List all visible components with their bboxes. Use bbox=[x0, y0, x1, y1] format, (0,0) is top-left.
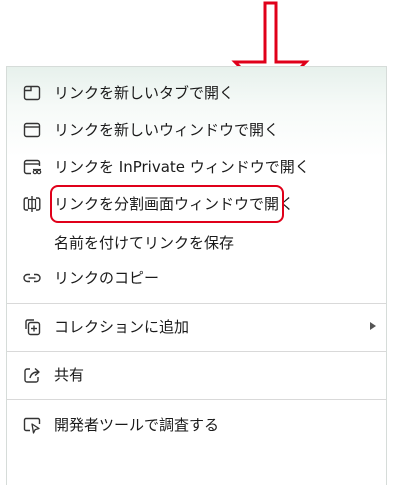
menu-item-label: コレクションに追加 bbox=[54, 318, 190, 336]
chevron-right-icon bbox=[370, 322, 376, 330]
menu-item-label: リンクを新しいウィンドウで開く bbox=[54, 121, 280, 139]
menu-item-save-link-as[interactable]: 名前を付けてリンクを保存 bbox=[7, 223, 387, 259]
menu-item-label: 名前を付けてリンクを保存 bbox=[54, 234, 235, 252]
split-screen-icon bbox=[23, 196, 41, 212]
menu-separator bbox=[7, 399, 386, 400]
link-icon bbox=[23, 273, 41, 283]
menu-separator bbox=[7, 351, 386, 352]
menu-item-label: リンクのコピー bbox=[54, 269, 160, 287]
menu-item-label: リンクを新しいタブで開く bbox=[54, 84, 235, 102]
red-highlight-annotation bbox=[50, 185, 284, 223]
menu-separator bbox=[7, 303, 386, 304]
inprivate-window-icon bbox=[23, 159, 42, 175]
new-tab-icon bbox=[23, 85, 41, 101]
menu-item-share[interactable]: 共有 bbox=[7, 357, 387, 393]
screenshot-stage: リンクを新しいタブで開く リンクを新しいウィンドウで開く リンクを InPriv… bbox=[0, 0, 395, 485]
context-menu: リンクを新しいタブで開く リンクを新しいウィンドウで開く リンクを InPriv… bbox=[6, 66, 387, 485]
menu-item-label: 共有 bbox=[54, 366, 85, 384]
new-window-icon bbox=[23, 122, 41, 138]
menu-item-inspect-devtools[interactable]: 開発者ツールで調査する bbox=[7, 407, 387, 443]
menu-item-label: 開発者ツールで調査する bbox=[54, 416, 220, 434]
menu-item-open-link-inprivate[interactable]: リンクを InPrivate ウィンドウで開く bbox=[7, 149, 387, 185]
collections-icon bbox=[25, 319, 41, 336]
devtools-inspect-icon bbox=[23, 417, 41, 434]
share-icon bbox=[24, 367, 40, 383]
menu-item-label: リンクを InPrivate ウィンドウで開く bbox=[54, 158, 310, 176]
menu-item-copy-link[interactable]: リンクのコピー bbox=[7, 260, 387, 296]
menu-item-open-link-new-tab[interactable]: リンクを新しいタブで開く bbox=[7, 75, 387, 111]
menu-item-add-to-collections[interactable]: コレクションに追加 bbox=[7, 309, 387, 345]
menu-item-open-link-new-window[interactable]: リンクを新しいウィンドウで開く bbox=[7, 112, 387, 148]
